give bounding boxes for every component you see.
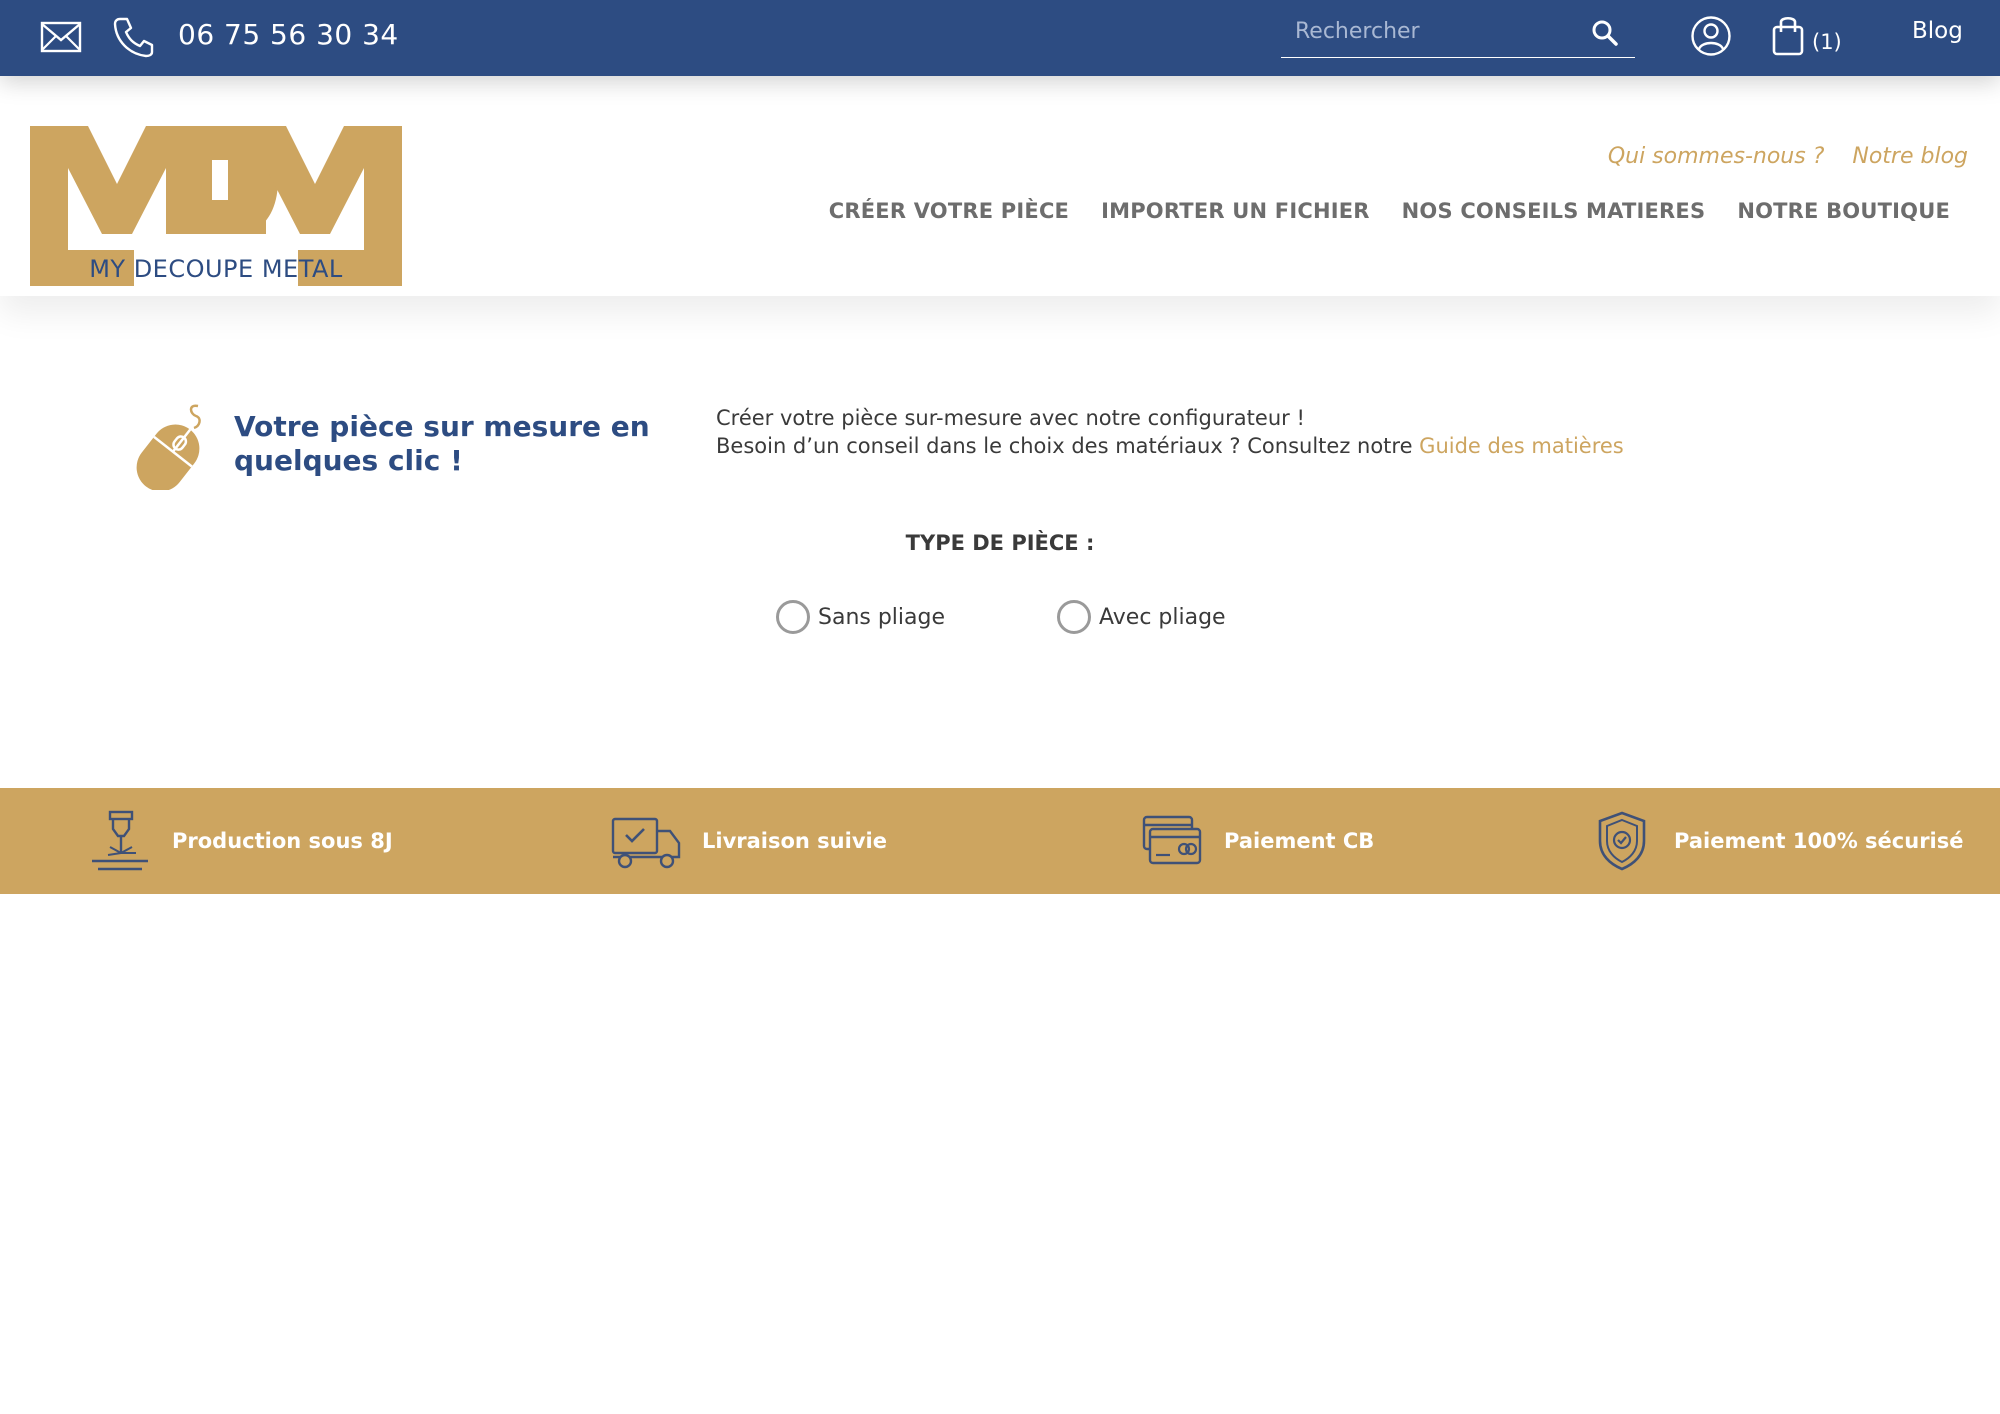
radio-label: Sans pliage: [818, 604, 946, 630]
site-header: MY DECOUPE METAL Qui sommes-nous ? Notre…: [0, 76, 2000, 296]
configurator-section: Votre pièce sur mesure en quelques clic …: [0, 296, 2000, 788]
search-icon[interactable]: [1591, 19, 1619, 47]
nav-item-material-advice[interactable]: NOS CONSEILS MATIERES: [1402, 199, 1706, 223]
band-item-card-payment: Paiement CB: [1140, 788, 1374, 894]
nav-item-create-part[interactable]: CRÉER VOTRE PIÈCE: [829, 199, 1069, 223]
radio-circle[interactable]: [1057, 600, 1091, 634]
intro-title: Votre pièce sur mesure en quelques clic …: [234, 410, 650, 477]
delivery-truck-icon: [611, 817, 681, 869]
user-icon[interactable]: [1690, 15, 1732, 57]
cart-count[interactable]: (1): [1812, 30, 1842, 54]
band-item-delivery: Livraison suivie: [610, 788, 887, 894]
nav-link-about[interactable]: Qui sommes-nous ?: [1608, 144, 1825, 169]
band-item-secure-payment: Paiement 100% sécurisé: [1590, 788, 1964, 894]
nav-item-shop[interactable]: NOTRE BOUTIQUE: [1737, 199, 1950, 223]
band-label: Paiement CB: [1224, 829, 1375, 853]
credit-card-icon: [1142, 815, 1202, 865]
band-item-production: Production sous 8J: [88, 788, 393, 894]
computer-mouse-icon: [136, 404, 201, 490]
part-type-options: Sans pliage Avec pliage: [0, 600, 2000, 640]
reassurance-band: Production sous 8J Livraison suivie Paie…: [0, 788, 2000, 894]
phone-number[interactable]: 06 75 56 30 34: [178, 18, 399, 51]
materials-guide-link[interactable]: Guide des matières: [1419, 434, 1624, 458]
radio-label: Avec pliage: [1099, 604, 1226, 630]
radio-circle[interactable]: [776, 600, 810, 634]
intro-line-2: Besoin d’un conseil dans le choix des ma…: [716, 432, 1916, 460]
secondary-nav: Qui sommes-nous ? Notre blog: [1608, 144, 1968, 169]
band-label: Paiement 100% sécurisé: [1674, 829, 1964, 853]
radio-avec-pliage[interactable]: Avec pliage: [1057, 600, 1226, 634]
shopping-bag-icon[interactable]: [1771, 13, 1805, 57]
shield-check-icon: [1598, 811, 1646, 871]
nav-link-blog[interactable]: Notre blog: [1852, 144, 1968, 169]
envelope-icon[interactable]: [40, 20, 82, 54]
top-bar: 06 75 56 30 34 (1) Blog: [0, 0, 2000, 76]
logo-tagline: MY DECOUPE METAL: [89, 255, 343, 283]
intro-line-2-text: Besoin d’un conseil dans le choix des ma…: [716, 434, 1420, 458]
band-label: Livraison suivie: [702, 829, 887, 853]
logo[interactable]: MY DECOUPE METAL: [30, 126, 402, 286]
main-nav: CRÉER VOTRE PIÈCE IMPORTER UN FICHIER NO…: [829, 199, 1950, 223]
band-label: Production sous 8J: [172, 829, 393, 853]
intro-text: Créer votre pièce sur-mesure avec notre …: [716, 404, 1916, 460]
laser-cutter-icon: [92, 810, 148, 871]
blog-link[interactable]: Blog: [1912, 18, 1963, 44]
radio-sans-pliage[interactable]: Sans pliage: [776, 600, 945, 634]
phone-icon[interactable]: [111, 16, 155, 58]
search-bar: [1281, 8, 1635, 58]
intro-line-1: Créer votre pièce sur-mesure avec notre …: [716, 406, 1305, 430]
nav-item-import-file[interactable]: IMPORTER UN FICHIER: [1101, 199, 1370, 223]
search-input[interactable]: [1281, 8, 1581, 54]
part-type-label: TYPE DE PIÈCE :: [905, 531, 1095, 555]
